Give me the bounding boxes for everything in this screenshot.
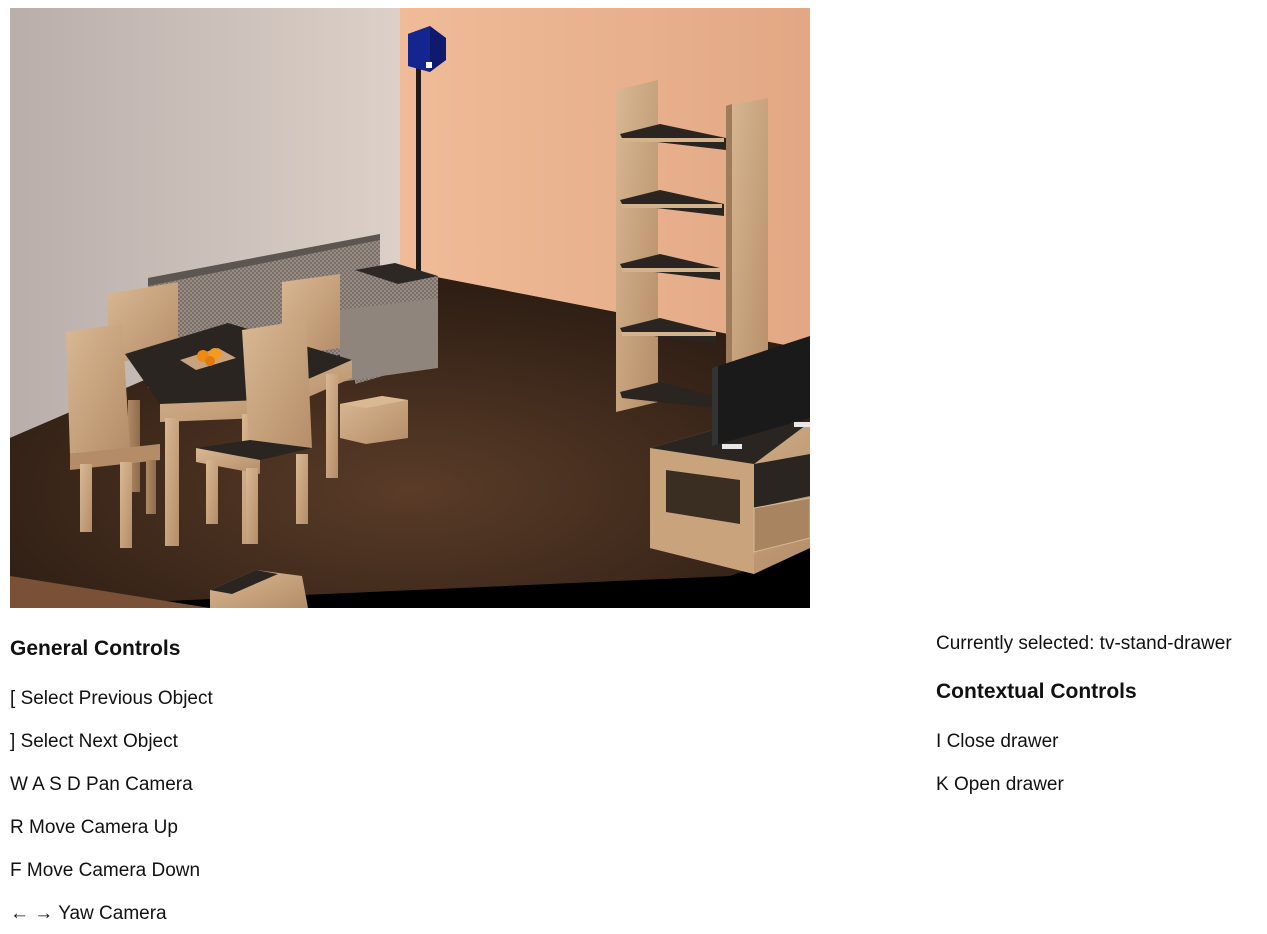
scene-render — [10, 8, 810, 608]
selection-status: Currently selected: tv-stand-drawer — [936, 633, 1232, 654]
control-close-drawer: I Close drawer — [936, 732, 1059, 751]
key-label: [ — [10, 688, 16, 709]
action-label: Select Next Object — [20, 731, 178, 752]
contextual-controls-heading: Contextual Controls — [936, 680, 1137, 703]
control-select-previous: [ Select Previous Object — [10, 689, 213, 708]
key-label: F — [10, 860, 22, 881]
action-label: Pan Camera — [86, 774, 193, 795]
control-camera-up: R Move Camera Up — [10, 818, 178, 837]
action-label: Move Camera Down — [26, 860, 201, 881]
action-label: Move Camera Up — [29, 817, 178, 838]
action-label: Yaw Camera — [58, 903, 167, 924]
key-label: ] — [10, 731, 16, 752]
key-label: K — [936, 774, 949, 795]
key-label: W A S D — [10, 774, 81, 795]
action-label: Close drawer — [946, 731, 1059, 752]
key-label: R — [10, 817, 24, 838]
control-yaw-camera: ← → Yaw Camera — [10, 904, 167, 923]
action-label: Open drawer — [953, 774, 1064, 795]
control-pan-camera: W A S D Pan Camera — [10, 775, 193, 794]
action-label: Select Previous Object — [20, 688, 213, 709]
general-controls-heading: General Controls — [10, 637, 181, 660]
control-select-next: ] Select Next Object — [10, 732, 178, 751]
control-camera-down: F Move Camera Down — [10, 861, 200, 880]
key-label: I — [936, 731, 942, 752]
key-label: ← → — [10, 903, 54, 924]
control-open-drawer: K Open drawer — [936, 775, 1064, 794]
side-crate — [340, 396, 408, 444]
scene-viewport[interactable] — [10, 8, 810, 608]
